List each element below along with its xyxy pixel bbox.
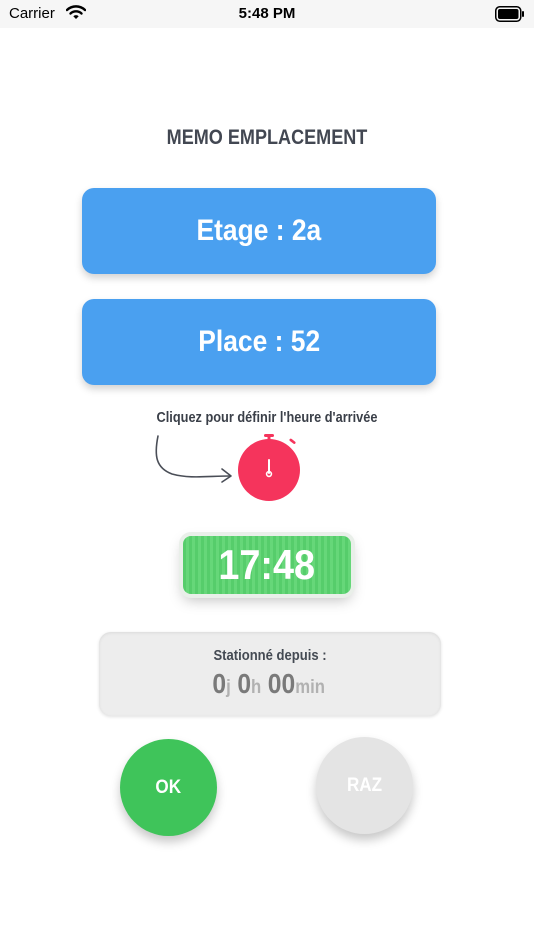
floor-button[interactable]: Etage : 2a bbox=[82, 188, 436, 274]
place-button[interactable]: Place : 52 bbox=[82, 299, 436, 385]
stopwatch-icon[interactable] bbox=[236, 432, 302, 507]
minutes-value: 00 bbox=[267, 668, 296, 699]
days-unit: j bbox=[226, 677, 231, 698]
raz-label: RAZ bbox=[346, 774, 383, 796]
battery-icon bbox=[495, 6, 525, 22]
place-label: Place : 52 bbox=[198, 325, 320, 358]
floor-label: Etage : 2a bbox=[196, 214, 322, 247]
status-time: 5:48 PM bbox=[238, 5, 296, 22]
curved-arrow-icon bbox=[150, 434, 240, 497]
status-bar: Carrier 5:48 PM bbox=[0, 0, 534, 28]
hours-value: 0 bbox=[237, 668, 252, 699]
ok-label: OK bbox=[155, 776, 182, 798]
parked-duration-panel: Stationné depuis : 0j 0h 00min bbox=[99, 632, 441, 716]
parked-duration: 0j 0h 00min bbox=[120, 668, 421, 700]
arrival-hint: Cliquez pour définir l'heure d'arrivée bbox=[156, 410, 378, 426]
days-value: 0 bbox=[212, 668, 227, 699]
hours-unit: h bbox=[251, 677, 262, 698]
minutes-unit: min bbox=[295, 677, 325, 698]
arrival-time: 17:48 bbox=[218, 541, 316, 588]
ok-button[interactable]: OK bbox=[120, 739, 217, 836]
reset-button[interactable]: RAZ bbox=[316, 737, 413, 834]
parked-since-label: Stationné depuis : bbox=[213, 648, 327, 664]
page-title: MEMO EMPLACEMENT bbox=[166, 126, 368, 149]
arrival-time-display: 17:48 bbox=[183, 536, 351, 594]
